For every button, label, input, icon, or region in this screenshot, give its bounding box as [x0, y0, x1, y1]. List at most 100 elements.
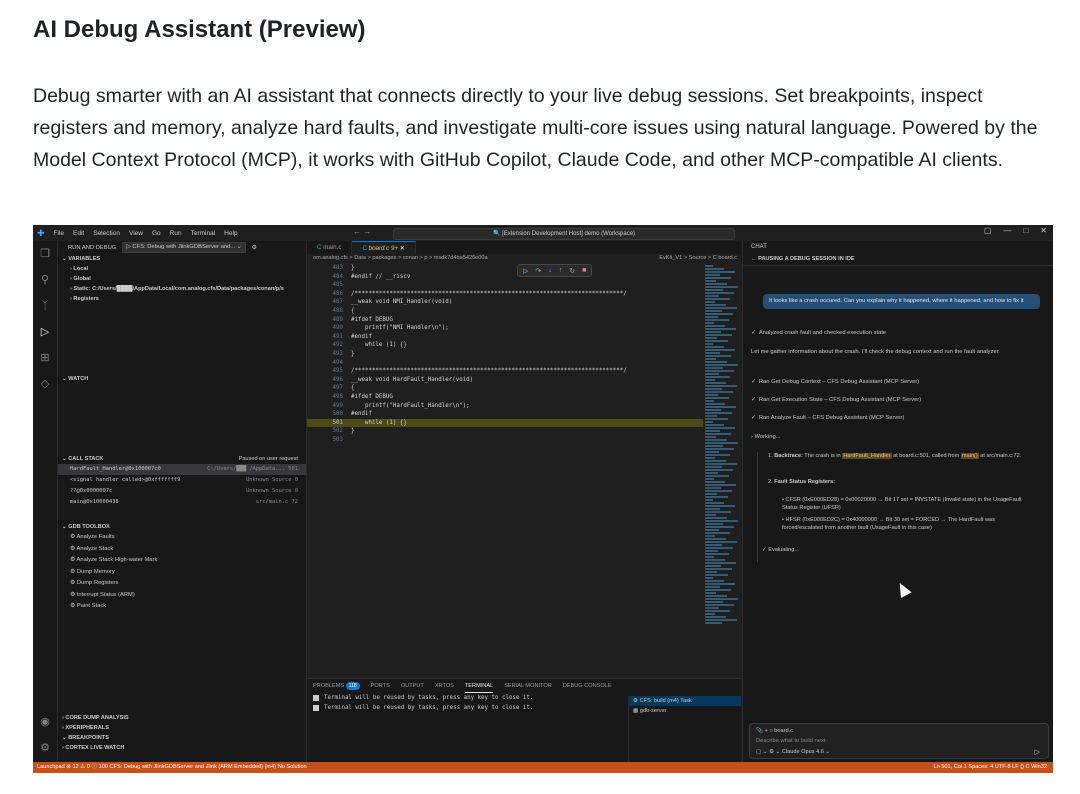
- tab-ports[interactable]: PORTS: [371, 679, 390, 693]
- tab-xrtos[interactable]: XRTOS: [435, 679, 454, 693]
- continue-icon[interactable]: ▷: [523, 267, 528, 275]
- code-line[interactable]: 486/************************************…: [307, 290, 703, 299]
- menu-terminal[interactable]: Terminal: [191, 230, 216, 237]
- line-number[interactable]: 491: [307, 333, 351, 342]
- line-number[interactable]: 483: [307, 264, 351, 273]
- chat-session-title[interactable]: ← PAUSING A DEBUG SESSION IN IDE: [743, 253, 1053, 266]
- tab-main-c[interactable]: C main.c: [307, 241, 353, 254]
- tool-call[interactable]: ✓ Ran Analyze Fault – CFS Debug Assistant…: [751, 414, 1036, 423]
- stop-icon[interactable]: ■: [582, 267, 586, 274]
- tab-problems[interactable]: PROBLEMS 118: [313, 679, 360, 693]
- cortex-live-watch-section[interactable]: › CORTEX LIVE WATCH: [58, 743, 306, 753]
- menu-view[interactable]: View: [129, 230, 143, 237]
- code-line[interactable]: 487 __weak void NMI_Handler(void): [307, 298, 703, 307]
- settings-gear-icon[interactable]: ⚙: [38, 741, 52, 755]
- tab-board-c[interactable]: C board.c 9+ ✕: [352, 241, 416, 254]
- code-line[interactable]: 492 while (1) {}: [307, 341, 703, 350]
- line-number[interactable]: 484: [307, 273, 351, 282]
- run-debug-icon[interactable]: ▷: [38, 325, 52, 339]
- code-line[interactable]: 491 #endif: [307, 333, 703, 342]
- code-line[interactable]: 485: [307, 281, 703, 290]
- toolbox-item[interactable]: ⚙ Interrupt Status (ARM): [58, 590, 306, 602]
- callstack-frame[interactable]: HardFault_Handler@0x100007c0 C:/Users/███…: [58, 464, 306, 475]
- step-into-icon[interactable]: ↓: [548, 267, 552, 274]
- code-line[interactable]: 490 printf("NMI Handler\n");: [307, 324, 703, 333]
- line-number[interactable]: 496: [307, 376, 351, 385]
- code-line[interactable]: 500 #endif: [307, 410, 703, 419]
- variables-item-static[interactable]: › Static: C:/Users/████/AppData/Local/co…: [58, 284, 306, 294]
- toolbox-item[interactable]: ⚙ Analyze Faults: [58, 532, 306, 544]
- code-line[interactable]: 502}: [307, 427, 703, 436]
- chat-input[interactable]: 📎 + ○ board.c Describe what to build nex…: [749, 723, 1049, 759]
- code-line[interactable]: 498 #ifdef DEBUG: [307, 393, 703, 402]
- line-number[interactable]: 494: [307, 359, 351, 368]
- toolbox-item[interactable]: ⚙ Dump Memory: [58, 567, 306, 579]
- step-over-icon[interactable]: ↷: [535, 267, 541, 275]
- line-number[interactable]: 502: [307, 427, 351, 436]
- code-line[interactable]: 484 #endif // __riscv: [307, 273, 703, 282]
- layout-icon[interactable]: ▢: [984, 226, 992, 235]
- account-icon[interactable]: ◉: [38, 715, 52, 729]
- close-tab-icon[interactable]: ✕: [400, 245, 405, 252]
- restore-icon[interactable]: □: [1023, 226, 1028, 235]
- line-number[interactable]: 499: [307, 402, 351, 411]
- restart-icon[interactable]: ↻: [569, 267, 575, 275]
- gdb-toolbox-header[interactable]: ⌄ GDB TOOLBOX: [58, 522, 306, 532]
- core-dump-section[interactable]: › CORE DUMP ANALYSIS: [58, 713, 306, 723]
- toolbox-item[interactable]: ⚙ Paint Stack: [58, 601, 306, 613]
- line-number[interactable]: 495: [307, 367, 351, 376]
- line-number[interactable]: 488: [307, 307, 351, 316]
- menu-run[interactable]: Run: [170, 230, 182, 237]
- line-number[interactable]: 498: [307, 393, 351, 402]
- callstack-section-header[interactable]: ⌄ CALL STACK Paused on user request: [58, 454, 306, 464]
- xperipherals-section[interactable]: › XPERIPHERALS: [58, 723, 306, 733]
- tool-call[interactable]: ✓ Ran Get Debug Context – CFS Debug Assis…: [751, 378, 1036, 387]
- variables-item-local[interactable]: › Local: [58, 264, 306, 274]
- line-number[interactable]: 493: [307, 350, 351, 359]
- search-icon[interactable]: ⚲: [38, 273, 52, 287]
- line-number[interactable]: 485: [307, 281, 351, 290]
- toolbox-item[interactable]: ⚙ Analyze Stack High-water Mark: [58, 555, 306, 567]
- code-line[interactable]: 503: [307, 436, 703, 445]
- code-line[interactable]: 489 #ifdef DEBUG: [307, 316, 703, 325]
- working-toggle[interactable]: › Working...: [751, 433, 1036, 442]
- code-line[interactable]: 497{: [307, 384, 703, 393]
- line-number[interactable]: 487: [307, 298, 351, 307]
- toolbox-item[interactable]: ⚙ Dump Registers: [58, 578, 306, 590]
- variables-section-header[interactable]: ⌄ VARIABLES: [58, 254, 306, 264]
- close-icon[interactable]: ✕: [1040, 226, 1047, 235]
- debug-config-select[interactable]: ▷ CFS: Debug with JlinkGDBServer and... …: [122, 242, 246, 253]
- code-line[interactable]: 488{: [307, 307, 703, 316]
- code-line[interactable]: 495/************************************…: [307, 367, 703, 376]
- debug-settings-gear-icon[interactable]: ⚙: [252, 245, 257, 251]
- status-left[interactable]: Launchpad ⊗ 12 ⚠ 0 ⓘ 100 CFS: Debug with…: [37, 762, 307, 773]
- variables-item-global[interactable]: › Global: [58, 274, 306, 284]
- breakpoints-section[interactable]: ⌄ BREAKPOINTS: [58, 733, 306, 743]
- extensions-icon[interactable]: ⊞: [38, 351, 52, 365]
- line-number[interactable]: 501: [307, 419, 351, 428]
- callstack-frame[interactable]: ??@0x0000007c Unknown Source 0: [58, 486, 306, 497]
- menu-selection[interactable]: Selection: [93, 230, 120, 237]
- watch-section-header[interactable]: ⌄ WATCH: [58, 374, 306, 384]
- line-number[interactable]: 490: [307, 324, 351, 333]
- variables-item-registers[interactable]: › Registers: [58, 294, 306, 304]
- context-chip[interactable]: 📎 + ○ board.c: [756, 728, 793, 734]
- status-right[interactable]: Ln 501, Col 1 Spaces: 4 UTF-8 LF {} C Wi…: [934, 762, 1047, 773]
- line-number[interactable]: 486: [307, 290, 351, 299]
- nav-arrows-icon[interactable]: ← →: [353, 227, 371, 236]
- line-number[interactable]: 500: [307, 410, 351, 419]
- tab-terminal[interactable]: TERMINAL: [464, 679, 494, 693]
- code-line[interactable]: 493}: [307, 350, 703, 359]
- tool-call[interactable]: ✓ Ran Get Execution State – CFS Debug Ass…: [751, 396, 1036, 405]
- menu-go[interactable]: Go: [152, 230, 161, 237]
- line-number[interactable]: 503: [307, 436, 351, 445]
- line-number[interactable]: 497: [307, 384, 351, 393]
- code-line[interactable]: 499 printf("HardFault_Handler\n");: [307, 402, 703, 411]
- explorer-icon[interactable]: ❒: [38, 247, 52, 261]
- minimap[interactable]: [703, 264, 741, 654]
- command-center[interactable]: 🔍 [Extension Development Host] demo (Wor…: [393, 228, 735, 240]
- line-number[interactable]: 492: [307, 341, 351, 350]
- code-view[interactable]: 483} 484 #endif // __riscv 485 486/*********…: [307, 264, 703, 444]
- tab-serial-monitor[interactable]: SERIAL MONITOR: [504, 679, 552, 693]
- line-number[interactable]: 489: [307, 316, 351, 325]
